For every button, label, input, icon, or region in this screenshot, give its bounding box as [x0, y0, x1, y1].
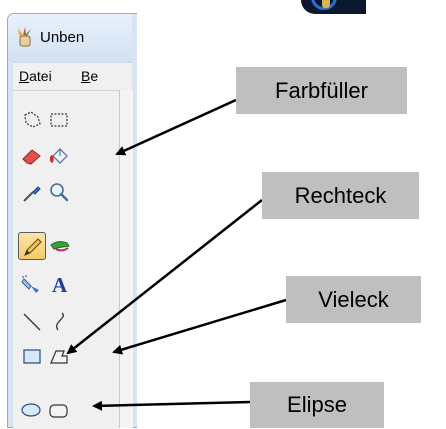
- arrow-fill: [115, 98, 237, 156]
- callout-ellipse: Elipse: [250, 382, 384, 428]
- callout-polygon: Vieleck: [286, 276, 421, 323]
- arrow-ellipse: [92, 400, 251, 411]
- arrow-poly: [112, 298, 287, 355]
- arrow-rect: [66, 199, 263, 355]
- callout-rectangle: Rechteck: [262, 172, 419, 219]
- callout-fill: Farbfüller: [236, 67, 407, 114]
